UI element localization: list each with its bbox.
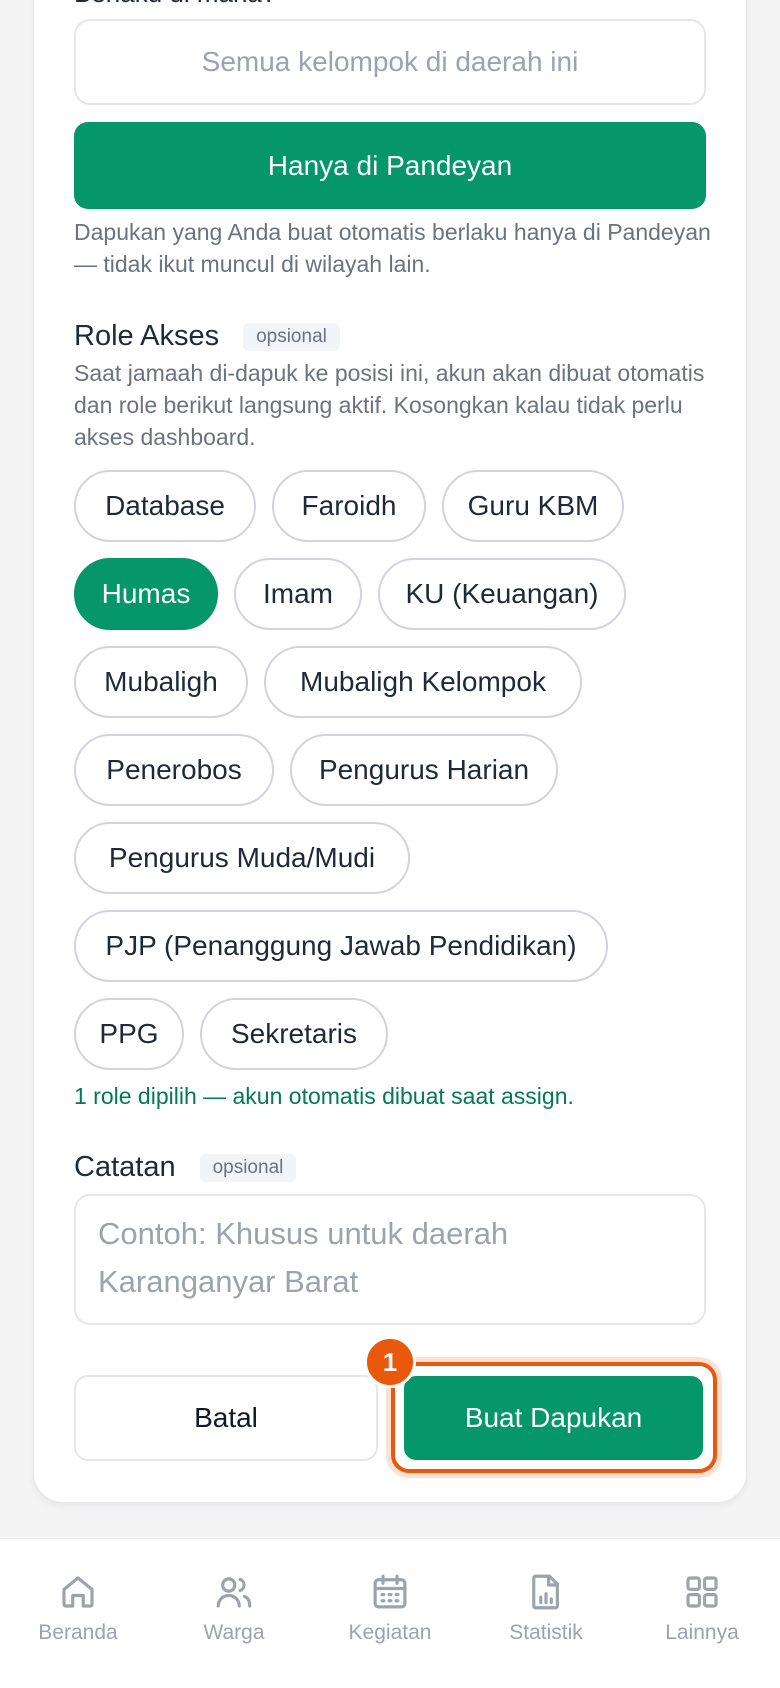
nav-item-kegiatan[interactable]: Kegiatan — [312, 1571, 468, 1645]
grid-icon — [686, 1576, 718, 1608]
nav-label-kegiatan: Kegiatan — [348, 1621, 432, 1644]
scope-option-all[interactable]: Semua kelompok di daerah ini — [74, 19, 706, 105]
calendar-icon — [373, 1574, 407, 1609]
users-icon — [216, 1577, 252, 1608]
role-chip-sekretaris[interactable]: Sekretaris — [200, 998, 388, 1070]
role-chip-ppg[interactable]: PPG — [74, 998, 184, 1070]
nav-item-lainnya[interactable]: Lainnya — [624, 1571, 780, 1645]
create-dapukan-button[interactable]: Buat Dapukan — [404, 1376, 703, 1460]
nav-item-statistik[interactable]: Statistik — [468, 1571, 624, 1645]
role-chip-mubaligh-kelompok[interactable]: Mubaligh Kelompok — [264, 646, 582, 718]
role-chip-mubaligh[interactable]: Mubaligh — [74, 646, 248, 718]
home-icon — [62, 1576, 94, 1608]
nav-label-lainnya: Lainnya — [665, 1621, 739, 1644]
notes-title: Catatan — [74, 1151, 176, 1183]
notes-textarea[interactable]: Contoh: Khusus untuk daerah Karanganyar … — [74, 1194, 706, 1325]
step-marker-badge: 1 — [364, 1336, 416, 1388]
cancel-button[interactable]: Batal — [74, 1375, 378, 1461]
role-chip-database[interactable]: Database — [74, 470, 256, 542]
scope-help-text: Dapukan yang Anda buat otomatis berlaku … — [74, 219, 711, 277]
role-chip-penerobos[interactable]: Penerobos — [74, 734, 274, 806]
role-optional-badge: opsional — [243, 322, 340, 351]
nav-item-warga[interactable]: Warga — [156, 1571, 312, 1645]
role-section-title: Role Akses — [74, 320, 220, 352]
role-chip-ku-keuangan[interactable]: KU (Keuangan) — [378, 558, 626, 630]
scope-label: Berlaku di mana? — [74, 0, 276, 9]
nav-label-beranda: Beranda — [38, 1621, 118, 1644]
role-chip-pjp[interactable]: PJP (Penanggung Jawab Pendidikan) — [74, 910, 608, 982]
nav-label-statistik: Statistik — [509, 1621, 583, 1644]
role-chip-pengurus-harian[interactable]: Pengurus Harian — [290, 734, 558, 806]
role-description: Saat jamaah di-dapuk ke posisi ini, akun… — [74, 360, 705, 450]
role-chip-pengurus-muda-mudi[interactable]: Pengurus Muda/Mudi — [74, 822, 410, 894]
notes-section-header: Catatan opsional — [74, 1151, 297, 1184]
role-chip-imam[interactable]: Imam — [234, 558, 362, 630]
nav-item-beranda[interactable]: Beranda — [0, 1571, 156, 1645]
nav-label-warga: Warga — [203, 1621, 265, 1644]
role-chip-faroidh[interactable]: Faroidh — [272, 470, 426, 542]
role-chip-guru-kbm[interactable]: Guru KBM — [442, 470, 624, 542]
bottom-navigation: Beranda Warga Kegiatan Statistik Lainnya — [0, 1538, 780, 1688]
role-section-header: Role Akses opsional — [74, 320, 340, 353]
role-selected-summary: 1 role dipilih — akun otomatis dibuat sa… — [74, 1083, 574, 1109]
notes-optional-badge: opsional — [199, 1153, 297, 1182]
role-chip-humas[interactable]: Humas — [74, 558, 218, 630]
chart-file-icon — [532, 1574, 559, 1610]
scope-option-only-selected[interactable]: Hanya di Pandeyan — [74, 122, 706, 209]
